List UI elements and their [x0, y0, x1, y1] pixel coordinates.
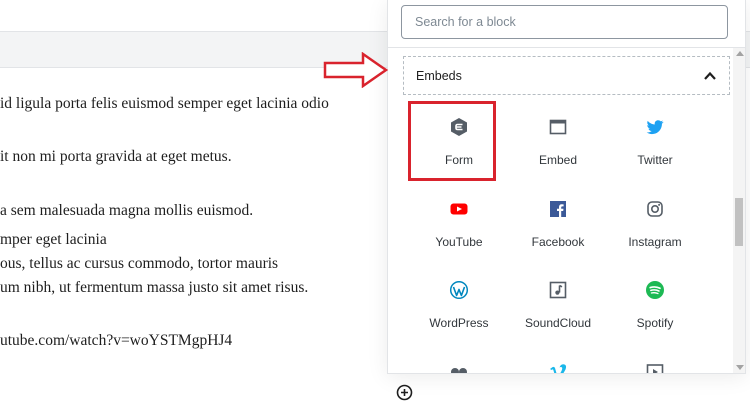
facebook-icon [550, 201, 566, 217]
embed-window-icon [549, 119, 567, 135]
block-label: YouTube [435, 235, 483, 249]
block-label: Instagram [628, 235, 682, 249]
block-label: Embed [538, 153, 578, 167]
inserter-search-area [388, 0, 745, 48]
flickr-icon [451, 368, 467, 373]
soundcloud-note-icon [549, 281, 567, 299]
chevron-up-icon [704, 71, 716, 80]
block-inserter-popover: Embeds Form Embed Twitter [387, 0, 746, 374]
twitter-icon [646, 120, 664, 135]
vimeo-icon [550, 364, 567, 373]
block-twitter[interactable]: Twitter [605, 103, 705, 175]
block-label: WordPress [429, 316, 489, 330]
block-label: SoundCloud [524, 316, 592, 330]
block-label: Twitter [637, 153, 673, 167]
block-search-input[interactable] [401, 5, 728, 39]
paragraph-line[interactable]: it non mi porta gravida at eget metus. [0, 148, 232, 166]
form-highlight-box [408, 101, 496, 181]
paragraph-line[interactable]: ous, tellus ac cursus commodo, tortor ma… [0, 255, 278, 273]
block-soundcloud[interactable]: SoundCloud [508, 266, 608, 338]
scroll-up-arrow[interactable] [736, 51, 744, 56]
paragraph-line[interactable]: mper eget lacinia [0, 231, 107, 249]
block-youtube[interactable]: YouTube [409, 185, 509, 257]
scroll-thumb[interactable] [735, 198, 743, 246]
block-vimeo[interactable] [508, 348, 608, 373]
block-spotify[interactable]: Spotify [605, 266, 705, 338]
spotify-icon [646, 281, 664, 299]
block-instagram[interactable]: Instagram [605, 185, 705, 257]
youtube-icon [450, 203, 468, 215]
embed-url-line[interactable]: utube.com/watch?v=woYSTMgpHJ4 [0, 332, 232, 350]
inserter-scrollbar[interactable] [733, 48, 745, 373]
instagram-icon [647, 201, 663, 217]
block-embed[interactable]: Embed [508, 103, 608, 175]
scroll-down-arrow[interactable] [736, 365, 744, 370]
block-label: Spotify [636, 316, 674, 330]
block-facebook[interactable]: Facebook [508, 185, 608, 257]
block-wordpress[interactable]: WordPress [409, 266, 509, 338]
block-flickr[interactable] [409, 348, 509, 373]
paragraph-line[interactable]: um nibh, ut fermentum massa justo sit am… [0, 279, 308, 297]
add-block-icon[interactable] [396, 384, 413, 401]
wordpress-icon [449, 280, 469, 300]
embeds-panel-toggle[interactable]: Embeds [403, 56, 730, 95]
video-play-icon [646, 364, 664, 373]
block-label: Facebook [531, 235, 585, 249]
red-arrow-annotation [323, 52, 389, 88]
paragraph-line[interactable]: a sem malesuada magna mollis euismod. [0, 202, 253, 220]
block-video[interactable] [605, 348, 705, 373]
paragraph-line[interactable]: id ligula porta felis euismod semper ege… [0, 95, 329, 113]
panel-title: Embeds [416, 69, 462, 83]
